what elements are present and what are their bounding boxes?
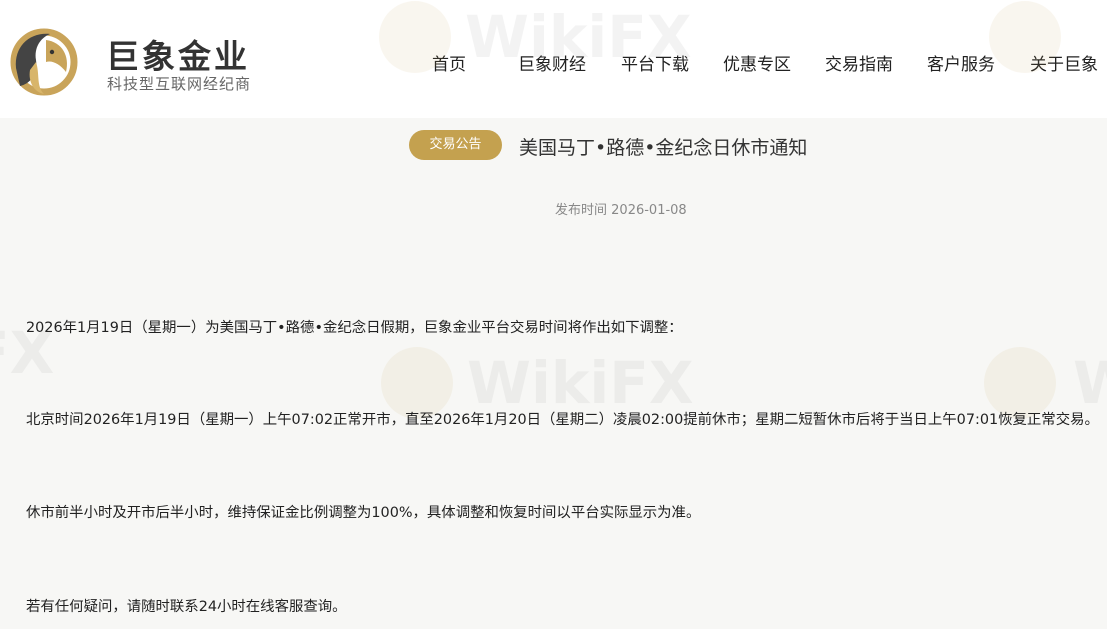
article-title: 美国马丁•路德•金纪念日休市通知: [519, 137, 808, 159]
publish-date: 2026-01-08: [611, 203, 687, 218]
nav-item-home[interactable]: 首页: [432, 50, 466, 75]
publish-label: 发布时间: [555, 203, 608, 218]
article-content: FX WikiFX W 交易公告 美国马丁•路德•金纪念日休市通知 发布时间 2…: [0, 118, 1107, 629]
article-paragraph: 2026年1月19日（星期一）为美国马丁•路德•金纪念日假期，巨象金业平台交易时…: [26, 320, 683, 336]
nav-item-trading-guide[interactable]: 交易指南: [825, 50, 893, 75]
nav-item-download[interactable]: 平台下载: [621, 50, 689, 75]
site-header: 巨象金业 科技型互联网经纪商 首页 巨象财经 平台下载 优惠专区 交易指南 客户…: [0, 0, 1107, 118]
nav-item-customer-service[interactable]: 客户服务: [927, 50, 995, 75]
nav-item-finance[interactable]: 巨象财经: [518, 50, 586, 75]
article-paragraph: 休市前半小时及开市后半小时，维持保证金比例调整为100%，具体调整和恢复时间以平…: [26, 505, 701, 521]
brand-slogan: 科技型互联网经纪商: [107, 75, 252, 93]
publish-time: 发布时间 2026-01-08: [555, 199, 687, 218]
svg-text:W: W: [1073, 349, 1107, 417]
article-paragraph: 若有任何疑问，请随时联系24小时在线客服查询。: [26, 599, 347, 615]
category-badge[interactable]: 交易公告: [409, 130, 502, 160]
article-paragraph: 北京时间2026年1月19日（星期一）上午07:02正常开市，直至2026年1月…: [26, 412, 1099, 428]
main-nav: 首页 巨象财经 平台下载 优惠专区 交易指南 客户服务 关于巨象: [0, 50, 1107, 75]
nav-item-about[interactable]: 关于巨象: [1030, 50, 1098, 75]
svg-text:WikiFX: WikiFX: [467, 349, 694, 417]
nav-item-promotions[interactable]: 优惠专区: [723, 50, 791, 75]
